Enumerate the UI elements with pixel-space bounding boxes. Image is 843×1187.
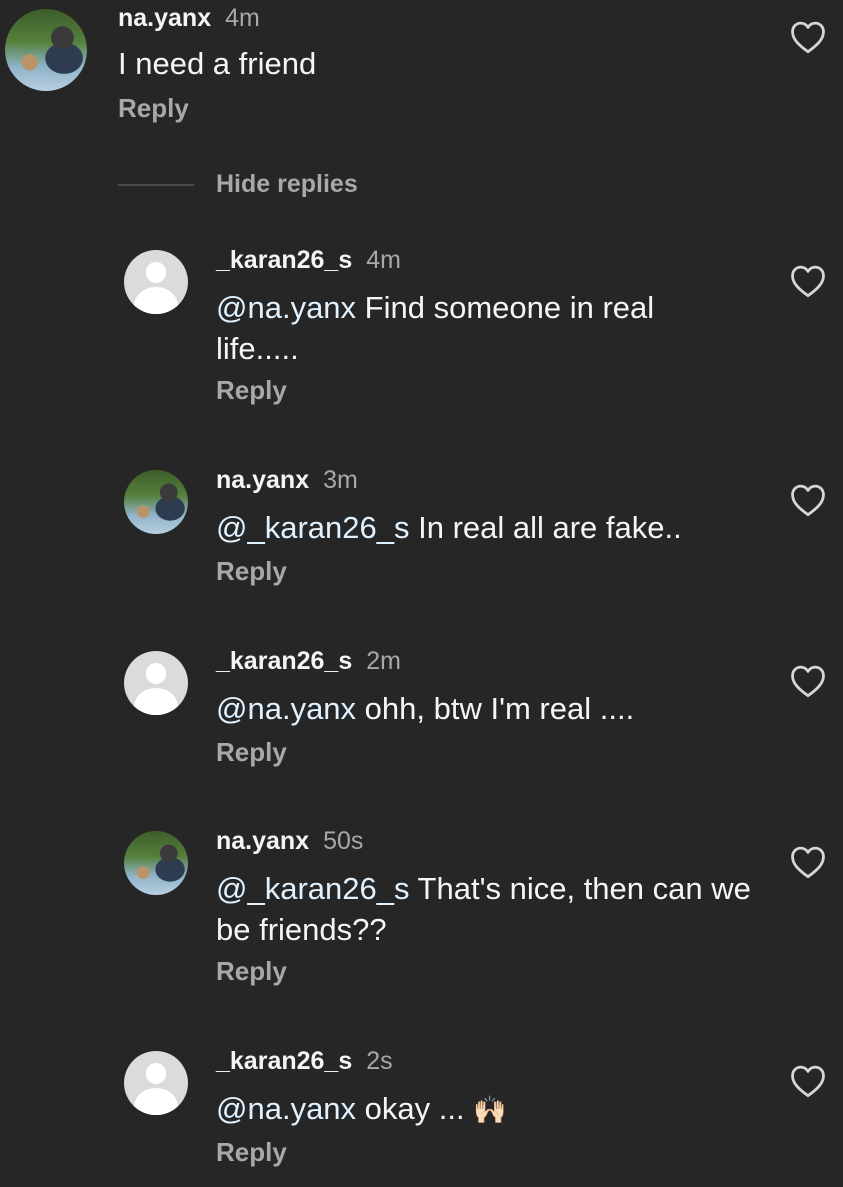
comment-text: @_karan26_s In real all are fake.. [216, 507, 776, 548]
mention-link[interactable]: @_karan26_s [216, 510, 409, 545]
username[interactable]: na.yanx [216, 827, 309, 855]
heart-outline-icon[interactable] [789, 845, 827, 879]
comment-meta: _karan26_s 2m [216, 647, 401, 676]
username[interactable]: na.yanx [118, 4, 211, 32]
comment-body: I need a friend [118, 46, 317, 81]
comment-body: In real all are fake.. [409, 510, 682, 545]
reply-button[interactable]: Reply [216, 1137, 287, 1168]
hide-replies-button[interactable]: Hide replies [216, 170, 358, 199]
mention-link[interactable]: @na.yanx [216, 691, 356, 726]
default-user-avatar-icon[interactable] [124, 651, 188, 715]
avatar[interactable] [124, 831, 188, 895]
default-user-avatar-icon[interactable] [124, 1051, 188, 1115]
mention-link[interactable]: @_karan26_s [216, 871, 409, 906]
timestamp: 4m [366, 246, 401, 274]
heart-outline-icon[interactable] [789, 1064, 827, 1098]
username[interactable]: _karan26_s [216, 1047, 352, 1075]
timestamp: 2s [366, 1047, 393, 1075]
username[interactable]: _karan26_s [216, 647, 352, 675]
comment-meta: na.yanx 3m [216, 466, 358, 495]
timestamp: 4m [225, 4, 260, 32]
timestamp: 2m [366, 647, 401, 675]
avatar[interactable] [5, 9, 87, 91]
comment-meta: _karan26_s 4m [216, 246, 401, 275]
heart-outline-icon[interactable] [789, 483, 827, 517]
comment-text: @na.yanx Find someone in real life..... [216, 287, 696, 369]
reply-button[interactable]: Reply [216, 556, 287, 587]
timestamp: 50s [323, 827, 364, 855]
reply-button[interactable]: Reply [216, 737, 287, 768]
comment-meta: na.yanx 4m [118, 4, 260, 33]
username[interactable]: na.yanx [216, 466, 309, 494]
heart-outline-icon[interactable] [789, 20, 827, 54]
reply-button[interactable]: Reply [118, 93, 189, 124]
comment-meta: _karan26_s 2s [216, 1047, 393, 1076]
comment-text: @_karan26_s That's nice, then can we be … [216, 868, 756, 950]
mention-link[interactable]: @na.yanx [216, 1091, 356, 1126]
reply-button[interactable]: Reply [216, 375, 287, 406]
comment-text: @na.yanx okay ... 🙌🏻 [216, 1088, 776, 1131]
mention-link[interactable]: @na.yanx [216, 290, 356, 325]
comment-body: ohh, btw I'm real .... [356, 691, 635, 726]
heart-outline-icon[interactable] [789, 664, 827, 698]
username[interactable]: _karan26_s [216, 246, 352, 274]
thread-divider [118, 184, 194, 186]
comment-body: okay ... [356, 1091, 474, 1126]
timestamp: 3m [323, 466, 358, 494]
reply-button[interactable]: Reply [216, 956, 287, 987]
comment-meta: na.yanx 50s [216, 827, 363, 856]
comment-text: @na.yanx ohh, btw I'm real .... [216, 688, 776, 729]
avatar[interactable] [124, 470, 188, 534]
heart-outline-icon[interactable] [789, 264, 827, 298]
default-user-avatar-icon[interactable] [124, 250, 188, 314]
raising-hands-emoji: 🙌🏻 [473, 1095, 507, 1125]
comment-text: I need a friend [118, 43, 738, 84]
